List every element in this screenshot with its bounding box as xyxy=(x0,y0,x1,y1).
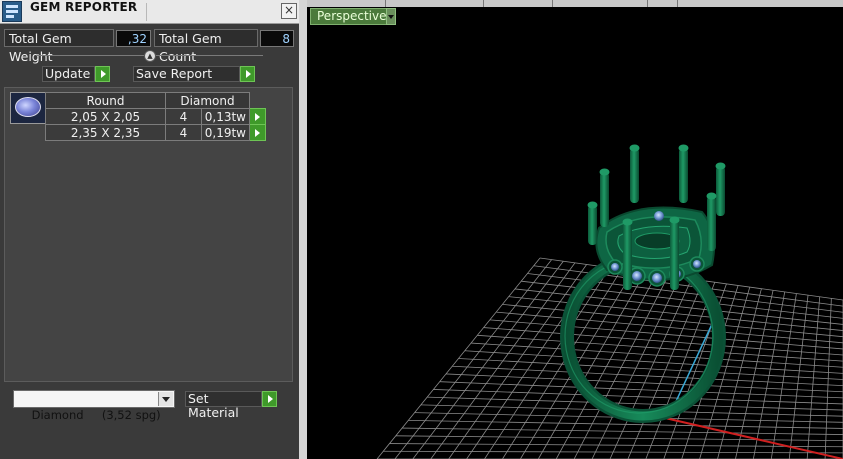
view-name-button[interactable]: Perspective xyxy=(310,8,394,25)
panel-splitter[interactable] xyxy=(299,0,307,459)
total-gem-weight-label: Total Gem Weight xyxy=(4,29,114,64)
floor-grid xyxy=(376,257,843,459)
tab-separator xyxy=(647,0,648,7)
gem-count-cell: 4 xyxy=(165,108,202,125)
viewport-tab-strip xyxy=(307,0,843,7)
total-gem-count-label: Total Gem Count xyxy=(154,29,258,64)
gem-material-header: Diamond xyxy=(165,92,250,109)
3d-viewport[interactable]: Perspective xyxy=(307,0,843,459)
tab-separator xyxy=(552,0,553,7)
tab-separator xyxy=(677,0,678,7)
row-select-arrow-icon[interactable] xyxy=(249,124,266,141)
tab-separator xyxy=(483,0,484,7)
gem-weight-cell: 0,13tw xyxy=(201,108,250,125)
update-go-icon[interactable] xyxy=(95,66,110,82)
gem-size-cell: 2,05 X 2,05 xyxy=(45,108,166,125)
panel-titlebar: GEM REPORTER × xyxy=(0,0,301,24)
gem-weight-cell: 0,19tw xyxy=(201,124,250,141)
total-gem-count-value: 8 xyxy=(260,30,294,47)
set-material-go-icon[interactable] xyxy=(262,391,277,407)
row-select-arrow-icon[interactable] xyxy=(249,108,266,125)
set-material-button[interactable]: Set Material xyxy=(185,391,262,420)
gem-shape-header: Round xyxy=(45,92,166,109)
collapse-arrow-icon[interactable]: ▲ xyxy=(144,50,156,62)
gem-table: Round Diamond 2,05 X 2,05 4 0,13tw 2,35 … xyxy=(45,92,266,141)
tab-separator xyxy=(385,0,386,7)
gem-table-header: Round Diamond xyxy=(45,92,266,109)
save-report-button[interactable]: Save Report xyxy=(133,66,240,82)
material-dropdown[interactable]: Diamond (3,52 spg) xyxy=(13,390,175,422)
gem-reporter-app-icon xyxy=(2,1,22,22)
panel-title: GEM REPORTER xyxy=(30,0,138,14)
perspective-scene[interactable] xyxy=(307,0,843,459)
gem-count-cell: 4 xyxy=(165,124,202,141)
header-blank xyxy=(250,93,266,109)
round-diamond-thumbnail-icon[interactable] xyxy=(10,92,46,124)
titlebar-divider xyxy=(146,3,147,21)
table-row[interactable]: 2,35 X 2,35 4 0,19tw xyxy=(45,124,266,141)
total-gem-weight-value: ,32 xyxy=(116,30,151,47)
update-button[interactable]: Update xyxy=(42,66,95,82)
table-row[interactable]: 2,05 X 2,05 4 0,13tw xyxy=(45,108,266,125)
gem-reporter-panel: GEM REPORTER × Total Gem Weight ,32 Tota… xyxy=(0,0,301,459)
view-dropdown-arrow-icon[interactable] xyxy=(386,8,396,25)
chevron-down-icon[interactable] xyxy=(158,392,173,406)
close-button[interactable]: × xyxy=(281,3,297,19)
material-dropdown-value: Diamond (3,52 spg) xyxy=(31,408,161,422)
save-report-go-icon[interactable] xyxy=(240,66,255,82)
gem-size-cell: 2,35 X 2,35 xyxy=(45,124,166,141)
